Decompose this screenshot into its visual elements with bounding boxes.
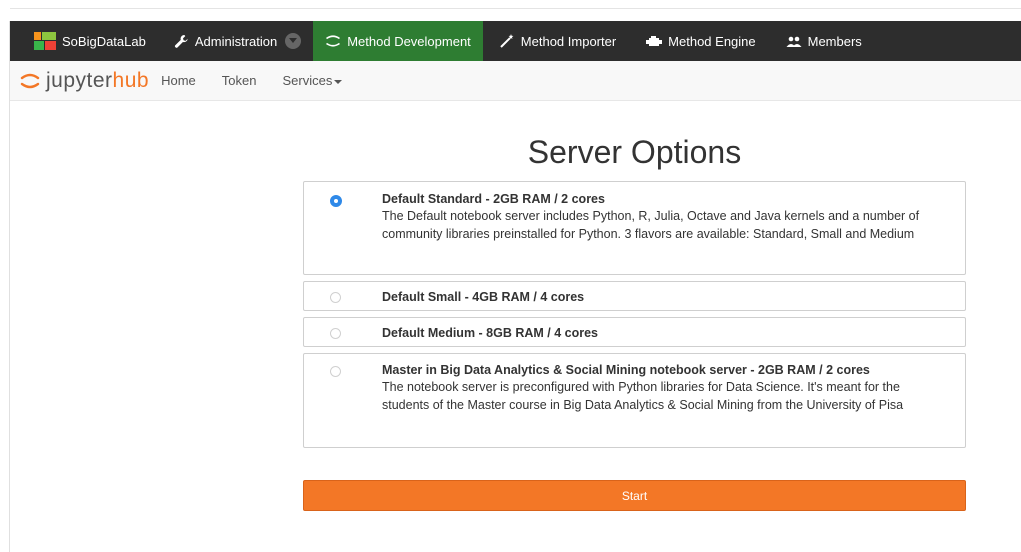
- radio-default-medium[interactable]: [330, 328, 341, 339]
- caret-down-icon: [334, 79, 343, 84]
- magic-wand-icon: [499, 34, 515, 48]
- nav-item-members[interactable]: Members: [768, 21, 874, 61]
- main-navbar: SoBigDataLab Administration Method Devel…: [10, 21, 1021, 61]
- option-title: Default Small - 4GB RAM / 4 cores: [382, 290, 585, 304]
- nav-item-administration[interactable]: Administration: [158, 21, 313, 61]
- top-divider: [10, 8, 1021, 9]
- nav-item-method-engine[interactable]: Method Engine: [628, 21, 767, 61]
- logo-hub-text: hub: [112, 68, 150, 92]
- wrench-icon: [174, 34, 189, 49]
- server-option-default-small[interactable]: Default Small - 4GB RAM / 4 cores: [303, 281, 966, 311]
- nav-item-label: Method Importer: [520, 33, 617, 49]
- jupyterhub-navbar: jupyter hub Home Token Services: [10, 61, 1021, 101]
- nav-brand-sobigdatalab[interactable]: SoBigDataLab: [10, 21, 158, 61]
- jupyter-arc-icon: [325, 34, 341, 48]
- radio-master-bigdata[interactable]: [330, 366, 341, 377]
- option-title: Default Medium - 8GB RAM / 4 cores: [382, 326, 599, 340]
- sobigdata-logo-icon: [34, 32, 56, 50]
- start-button[interactable]: Start: [303, 480, 966, 511]
- server-option-default-medium[interactable]: Default Medium - 8GB RAM / 4 cores: [303, 317, 966, 347]
- jupyter-logo-icon: [20, 71, 40, 91]
- engine-icon: [646, 35, 663, 48]
- server-option-default-standard[interactable]: Default Standard - 2GB RAM / 2 cores The…: [303, 181, 966, 275]
- nav-item-label: Administration: [194, 33, 278, 49]
- chevron-down-icon[interactable]: [285, 33, 302, 49]
- nav-dropdown-label: Services: [282, 73, 333, 88]
- nav-item-label: Method Engine: [668, 33, 756, 49]
- option-title: Master in Big Data Analytics & Social Mi…: [382, 363, 870, 377]
- radio-default-standard[interactable]: [330, 195, 342, 207]
- nav-link-home[interactable]: Home: [161, 73, 196, 88]
- nav-item-label: Method Development: [347, 33, 471, 49]
- option-description: The Default notebook server includes Pyt…: [382, 209, 920, 241]
- option-title: Default Standard - 2GB RAM / 2 cores: [382, 192, 605, 206]
- logo-jupyter-text: jupyter: [46, 68, 113, 92]
- option-description: The notebook server is preconfigured wit…: [382, 380, 904, 412]
- server-option-master-bigdata[interactable]: Master in Big Data Analytics & Social Mi…: [303, 353, 966, 448]
- top-whitespace: [0, 0, 1021, 21]
- users-icon: [786, 35, 802, 47]
- nav-item-method-importer[interactable]: Method Importer: [483, 21, 628, 61]
- page-title: Server Options: [527, 134, 742, 170]
- radio-default-small[interactable]: [330, 292, 341, 303]
- nav-link-token[interactable]: Token: [222, 73, 257, 88]
- nav-item-method-development[interactable]: Method Development: [313, 21, 483, 61]
- nav-item-label: Members: [807, 33, 862, 49]
- nav-brand-label: SoBigDataLab: [62, 33, 146, 49]
- jupyterhub-logo[interactable]: jupyter hub: [20, 69, 149, 93]
- nav-dropdown-services[interactable]: Services: [282, 73, 343, 88]
